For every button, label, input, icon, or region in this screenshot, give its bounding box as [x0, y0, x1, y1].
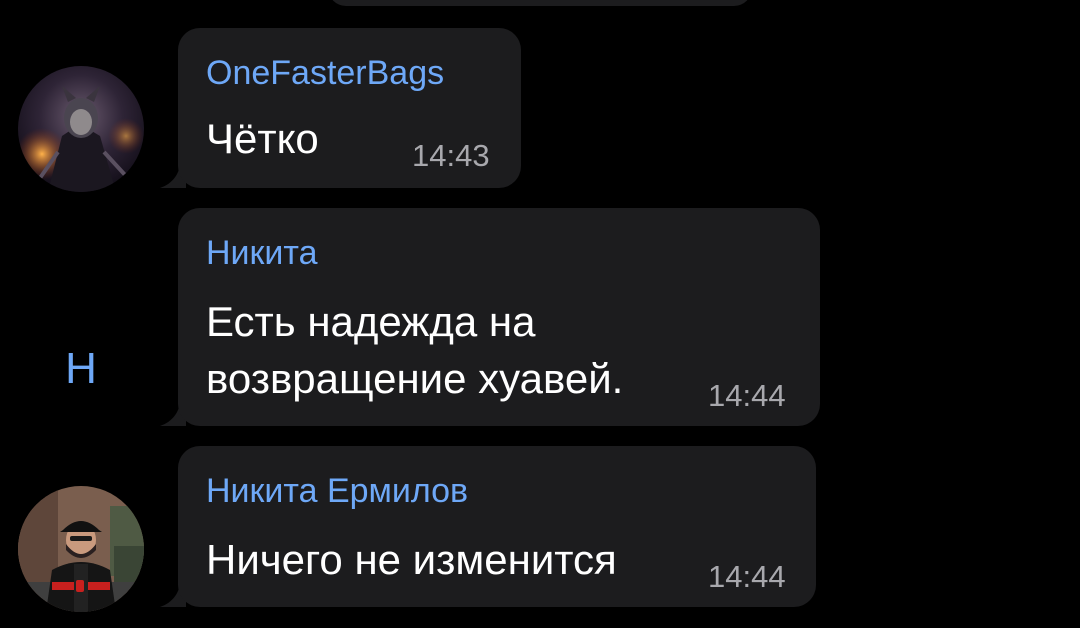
message-text-line: возвращение хуавей.	[206, 355, 624, 402]
message-text: Ничего не изменится	[206, 536, 617, 583]
sender-name[interactable]: OneFasterBags	[206, 54, 444, 93]
message-text-line: Есть надежда на	[206, 298, 536, 345]
message-timestamp: 14:43	[412, 138, 490, 173]
avatar-nikita[interactable]: Н	[18, 306, 144, 432]
avatar-onefasterbags[interactable]	[18, 66, 144, 192]
message-bubble[interactable]: OneFasterBags Чётко 14:43	[178, 28, 521, 188]
fantasy-warrior-avatar-icon	[18, 66, 144, 192]
sender-name[interactable]: Никита	[206, 234, 318, 273]
message-bubble[interactable]: Никита Есть надежда на возвращение хуаве…	[178, 208, 820, 426]
message-text: Чётко	[206, 115, 319, 162]
message-bubble[interactable]: Никита Ермилов Ничего не изменится 14:44	[178, 446, 816, 607]
man-in-cap-avatar-icon	[18, 486, 144, 612]
previous-message-bubble[interactable]	[328, 0, 752, 6]
avatar-nikita-ermilov[interactable]	[18, 486, 144, 612]
chat-message-list[interactable]: OneFasterBags Чётко 14:43 Н Никита Есть …	[0, 0, 1080, 628]
message-timestamp: 14:44	[708, 559, 786, 594]
sender-name[interactable]: Никита Ермилов	[206, 472, 468, 511]
message-timestamp: 14:44	[708, 378, 786, 413]
